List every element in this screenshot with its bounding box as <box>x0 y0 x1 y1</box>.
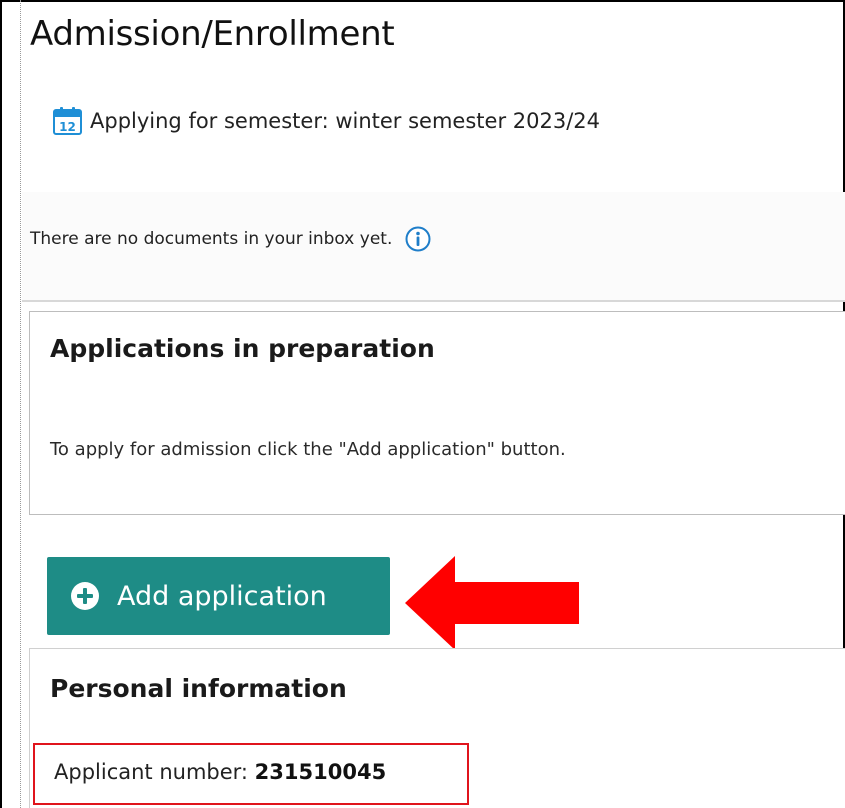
inbox-message: There are no documents in your inbox yet… <box>30 229 393 249</box>
semester-info: 12 Applying for semester: winter semeste… <box>52 106 600 136</box>
applications-instruction: To apply for admission click the "Add ap… <box>50 439 566 460</box>
semester-text: Applying for semester: winter semester 2… <box>90 109 600 133</box>
applicant-number-label: Applicant number: <box>54 760 255 784</box>
add-application-button[interactable]: Add application <box>47 557 390 635</box>
left-divider <box>20 0 21 808</box>
applicant-number-row: Applicant number: 231510045 <box>54 760 386 784</box>
red-arrow-icon <box>405 556 579 650</box>
page-title: Admission/Enrollment <box>30 14 395 54</box>
applicant-number-value: 231510045 <box>254 760 387 784</box>
plus-circle-icon <box>69 580 101 612</box>
calendar-icon: 12 <box>52 106 84 136</box>
personal-info-heading: Personal information <box>50 674 347 703</box>
calendar-day-label: 12 <box>59 120 76 134</box>
applications-heading: Applications in preparation <box>50 334 435 363</box>
info-icon[interactable] <box>404 225 432 253</box>
inbox-status: There are no documents in your inbox yet… <box>30 225 432 253</box>
add-application-label: Add application <box>117 580 327 612</box>
